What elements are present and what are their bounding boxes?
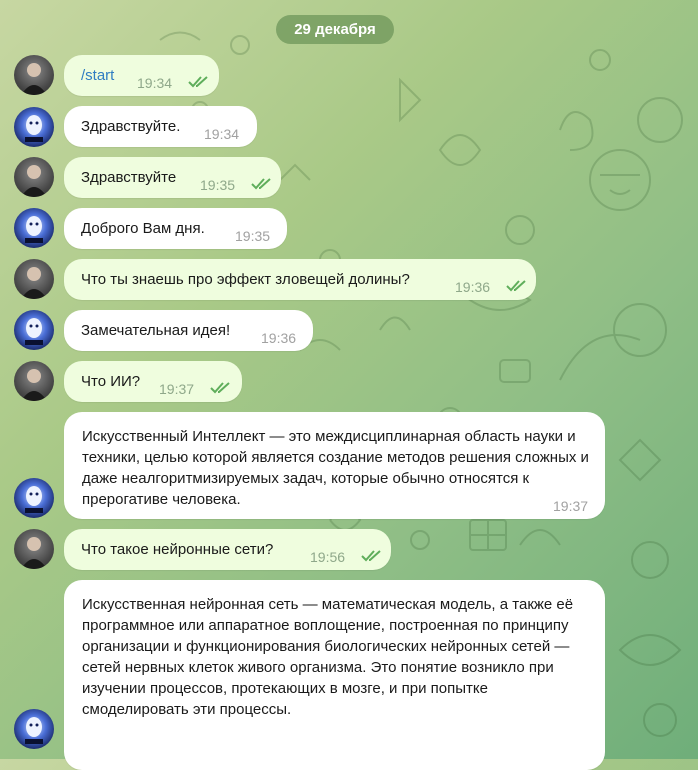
double-check-icon [188, 76, 208, 88]
message-time: 19:37 [553, 498, 589, 514]
message-bubble-incoming[interactable]: Искусственная нейронная сеть — математич… [64, 580, 605, 770]
message-bubble-incoming[interactable]: Искусственный Интеллект — это междисципл… [64, 412, 605, 519]
message-bubble-outgoing[interactable]: Что такое нейронные сети? 19:56 [64, 529, 391, 570]
double-check-icon [251, 178, 271, 190]
user-photo-icon [21, 63, 47, 95]
user-photo-icon [21, 165, 47, 197]
message-text: Что ИИ? [81, 373, 141, 390]
user-photo-icon [21, 267, 47, 299]
bot-avatar[interactable] [14, 208, 54, 248]
bot-face-icon [25, 717, 43, 744]
message-bubble-outgoing[interactable]: Здравствуйте 19:35 [64, 157, 281, 198]
message-time: 19:34 [137, 75, 173, 91]
double-check-icon [506, 280, 526, 292]
message-time: 19:36 [261, 330, 297, 346]
message-text: Что такое нейронные сети? [81, 541, 274, 558]
message-text: Искусственная нейронная сеть — математич… [82, 596, 574, 718]
message-text: Искусственный Интеллект — это междисципл… [82, 428, 589, 508]
user-photo-icon [21, 369, 47, 401]
user-photo-icon [21, 537, 47, 569]
message-text: Доброго Вам дня. [81, 220, 205, 237]
user-avatar[interactable] [14, 361, 54, 401]
double-check-icon [210, 382, 230, 394]
bot-face-icon [25, 486, 43, 513]
message-bubble-incoming[interactable]: Здравствуйте. 19:34 [64, 106, 257, 147]
message-bubble-incoming[interactable]: Замечательная идея! 19:36 [64, 310, 313, 351]
message-text: Замечательная идея! [81, 322, 231, 339]
message-time: 19:34 [204, 126, 240, 142]
message-time: 19:37 [159, 381, 195, 397]
bot-avatar[interactable] [14, 310, 54, 350]
message-bubble-incoming[interactable]: Доброго Вам дня. 19:35 [64, 208, 287, 249]
bot-face-icon [25, 115, 43, 142]
message-text: Здравствуйте. [81, 118, 181, 135]
message-text: Что ты знаешь про эффект зловещей долины… [81, 271, 410, 288]
bot-face-icon [25, 216, 43, 243]
message-time: 19:56 [310, 549, 346, 565]
command-link[interactable]: /start [81, 65, 114, 86]
message-bubble-outgoing[interactable]: Что ты знаешь про эффект зловещей долины… [64, 259, 536, 300]
user-avatar[interactable] [14, 529, 54, 569]
bot-avatar[interactable] [14, 107, 54, 147]
message-time: 19:36 [455, 279, 491, 295]
user-avatar[interactable] [14, 55, 54, 95]
user-avatar[interactable] [14, 259, 54, 299]
message-bubble-outgoing[interactable]: /start 19:34 [64, 55, 219, 96]
double-check-icon [361, 550, 381, 562]
bot-avatar[interactable] [14, 478, 54, 518]
user-avatar[interactable] [14, 157, 54, 197]
date-separator: 29 декабря [276, 15, 394, 44]
message-time: 19:35 [235, 228, 271, 244]
message-bubble-outgoing[interactable]: Что ИИ? 19:37 [64, 361, 242, 402]
bot-avatar[interactable] [14, 709, 54, 749]
message-time: 19:35 [200, 177, 236, 193]
bot-face-icon [25, 318, 43, 345]
message-text: Здравствуйте [81, 169, 177, 186]
